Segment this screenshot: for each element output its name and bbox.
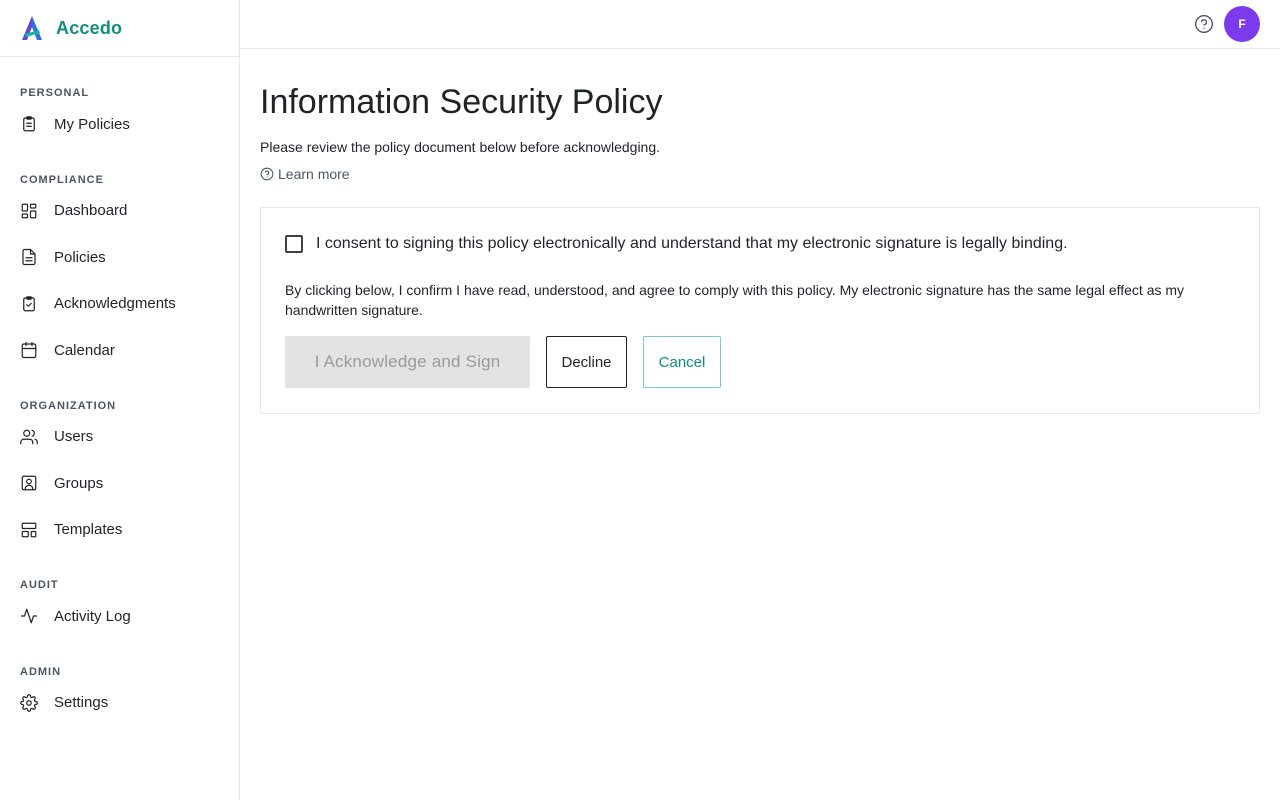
clipboard-check-icon — [20, 295, 38, 313]
calendar-icon — [20, 341, 38, 359]
sidebar-item-activity-log[interactable]: Activity Log — [0, 593, 239, 640]
dashboard-grid-icon — [20, 202, 38, 220]
sidebar-item-label: Users — [54, 428, 94, 446]
section-label-compliance: COMPLIANCE — [20, 173, 104, 186]
topbar: F — [240, 0, 1280, 49]
decline-button[interactable]: Decline — [546, 336, 627, 388]
consent-checkbox[interactable] — [285, 235, 303, 253]
help-circle-icon[interactable] — [1194, 14, 1214, 34]
sidebar-item-users[interactable]: Users — [0, 414, 239, 461]
clipboard-list-icon — [20, 115, 38, 133]
users-icon — [20, 428, 38, 446]
confirm-text: By clicking below, I confirm I have read… — [285, 282, 1185, 318]
sidebar-item-label: Activity Log — [54, 607, 131, 625]
sidebar-item-my-policies[interactable]: My Policies — [0, 101, 239, 148]
sidebar-item-templates[interactable]: Templates — [0, 507, 239, 554]
sidebar-item-label: Calendar — [54, 341, 115, 359]
sidebar-item-label: Dashboard — [54, 202, 128, 220]
consent-row: I consent to signing this policy electro… — [285, 232, 1235, 256]
sidebar-nav: PERSONAL My Policies COMPLIANCE Dashboar… — [0, 57, 239, 726]
sidebar-item-groups[interactable]: Groups — [0, 460, 239, 507]
sidebar-item-label: My Policies — [54, 115, 130, 133]
learn-more-link[interactable]: Learn more — [260, 166, 350, 182]
cancel-button[interactable]: Cancel — [643, 336, 721, 388]
section-label-admin: ADMIN — [20, 665, 62, 678]
help-circle-icon — [260, 167, 274, 181]
page-subtitle: Please review the policy document below … — [260, 139, 661, 155]
sidebar-item-settings[interactable]: Settings — [0, 680, 239, 727]
sidebar-item-label: Acknowledgments — [54, 295, 176, 313]
activity-pulse-icon — [20, 607, 38, 625]
gear-icon — [20, 693, 38, 712]
sidebar-item-label: Policies — [54, 248, 106, 266]
sidebar-item-dashboard[interactable]: Dashboard — [0, 188, 239, 235]
accedo-logo-icon — [20, 15, 44, 41]
sidebar-item-label: Groups — [54, 474, 104, 492]
consent-label[interactable]: I consent to signing this policy electro… — [316, 232, 1068, 256]
section-label-audit: AUDIT — [20, 579, 59, 591]
page-title: Information Security Policy — [260, 83, 663, 121]
section-label-organization: ORGANIZATION — [20, 399, 117, 412]
action-buttons: I Acknowledge and Sign Decline Cancel — [285, 336, 1235, 388]
section-label-personal: PERSONAL — [20, 87, 90, 99]
sidebar-item-calendar[interactable]: Calendar — [0, 327, 239, 374]
avatar[interactable]: F — [1224, 6, 1260, 42]
sidebar-item-label: Templates — [54, 521, 123, 539]
acknowledgment-card: I consent to signing this policy electro… — [260, 207, 1260, 414]
user-square-icon — [20, 474, 38, 492]
document-icon — [20, 248, 38, 266]
brand[interactable]: Accedo — [0, 0, 239, 57]
sidebar-item-label: Settings — [54, 694, 109, 712]
sidebar: Accedo PERSONAL My Policies COMPLIANCE D… — [0, 0, 240, 800]
acknowledge-sign-button[interactable]: I Acknowledge and Sign — [285, 336, 530, 388]
template-layout-icon — [20, 521, 38, 539]
learn-more-label: Learn more — [278, 166, 350, 182]
sidebar-item-acknowledgments[interactable]: Acknowledgments — [0, 281, 239, 328]
brand-name: Accedo — [56, 17, 123, 38]
main-content: Information Security Policy Please revie… — [260, 49, 1260, 414]
sidebar-item-policies[interactable]: Policies — [0, 234, 239, 281]
